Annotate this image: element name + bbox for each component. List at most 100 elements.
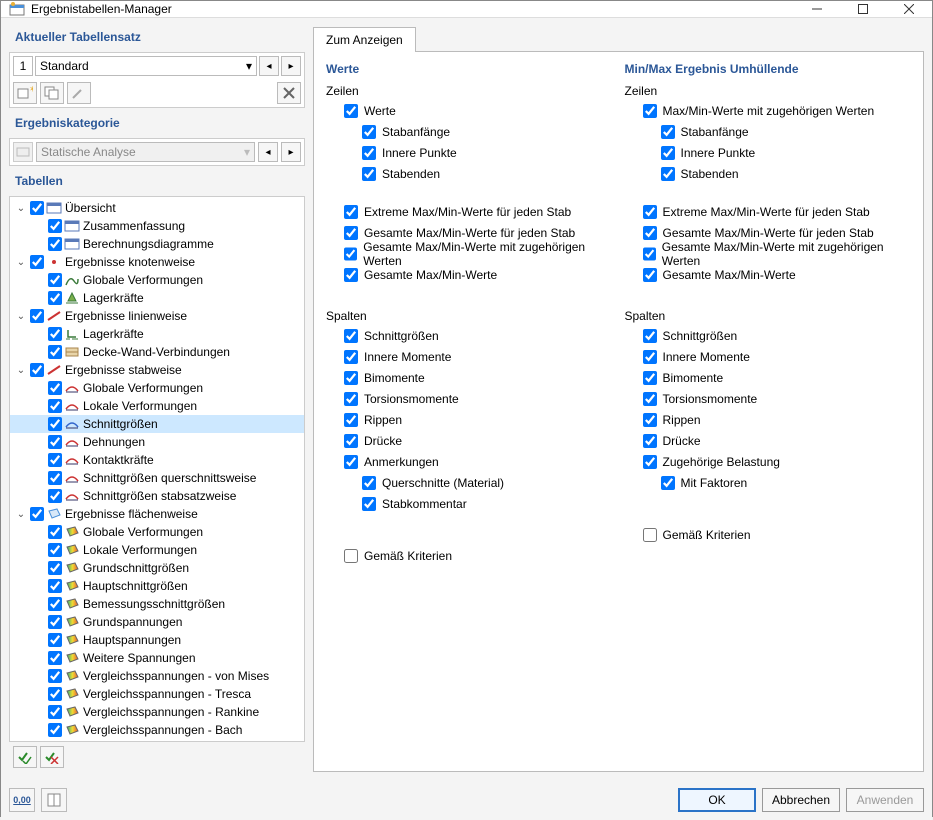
tree-checkbox[interactable] [48, 471, 62, 485]
option-checkbox[interactable] [344, 205, 358, 219]
tables-tree[interactable]: ⌄ÜbersichtZusammenfassungBerechnungsdiag… [9, 196, 305, 742]
tree-checkbox[interactable] [48, 327, 62, 341]
apply-button[interactable]: Anwenden [846, 788, 924, 812]
tree-checkbox[interactable] [48, 723, 62, 737]
tree-node[interactable]: Schnittgrößen [10, 415, 304, 433]
tree-checkbox[interactable] [48, 273, 62, 287]
copy-tableset-button[interactable] [40, 82, 64, 104]
option-checkbox[interactable] [362, 497, 376, 511]
option-checkbox[interactable] [344, 371, 358, 385]
ok-button[interactable]: OK [678, 788, 756, 812]
option-checkbox[interactable] [643, 350, 657, 364]
collapse-icon[interactable]: ⌄ [14, 365, 28, 376]
tree-node[interactable]: Zusammenfassung [10, 217, 304, 235]
delete-tableset-button[interactable] [277, 82, 301, 104]
category-next-button[interactable]: ▸ [281, 142, 301, 162]
close-button[interactable] [886, 1, 932, 17]
tree-checkbox[interactable] [30, 255, 44, 269]
tree-checkbox[interactable] [30, 363, 44, 377]
option-checkbox[interactable] [643, 371, 657, 385]
option-checkbox[interactable] [661, 167, 675, 181]
tableset-select[interactable]: Standard ▾ [35, 56, 257, 76]
tree-checkbox[interactable] [30, 201, 44, 215]
tree-node[interactable]: Grundspannungen [10, 613, 304, 631]
tree-node[interactable]: Vergleichsspannungen - Tresca [10, 685, 304, 703]
tree-checkbox[interactable] [30, 309, 44, 323]
option-checkbox[interactable] [362, 146, 376, 160]
tree-checkbox[interactable] [48, 561, 62, 575]
tree-node[interactable]: Lagerkräfte [10, 289, 304, 307]
tab-display[interactable]: Zum Anzeigen [313, 27, 416, 52]
option-checkbox[interactable] [643, 455, 657, 469]
tree-node[interactable]: ⌄Ergebnisse stabweise [10, 361, 304, 379]
tree-checkbox[interactable] [48, 237, 62, 251]
category-prev-button[interactable]: ◂ [258, 142, 278, 162]
collapse-icon[interactable]: ⌄ [14, 203, 28, 214]
tree-checkbox[interactable] [48, 669, 62, 683]
export-button[interactable] [41, 788, 67, 812]
tree-node[interactable]: Lagerkräfte [10, 325, 304, 343]
tree-node[interactable]: ⌄Ergebnisse linienweise [10, 307, 304, 325]
tree-node[interactable]: Weitere Spannungen [10, 649, 304, 667]
collapse-icon[interactable]: ⌄ [14, 311, 28, 322]
tableset-next-button[interactable]: ▸ [281, 56, 301, 76]
tree-node[interactable]: Globale Verformungen [10, 271, 304, 289]
option-checkbox[interactable] [661, 146, 675, 160]
minimize-button[interactable] [794, 1, 840, 17]
option-checkbox[interactable] [643, 413, 657, 427]
tree-node[interactable]: ⌄Ergebnisse knotenweise [10, 253, 304, 271]
tree-node[interactable]: Kontaktkräfte [10, 451, 304, 469]
option-checkbox[interactable] [344, 434, 358, 448]
uncheck-all-button[interactable] [40, 746, 64, 768]
tree-checkbox[interactable] [48, 381, 62, 395]
option-checkbox[interactable] [643, 268, 657, 282]
option-checkbox[interactable] [344, 226, 358, 240]
tree-node[interactable]: Lokale Verformungen [10, 541, 304, 559]
tree-checkbox[interactable] [48, 597, 62, 611]
cancel-button[interactable]: Abbrechen [762, 788, 840, 812]
category-icon-button[interactable] [13, 142, 33, 162]
option-checkbox[interactable] [344, 413, 358, 427]
option-checkbox[interactable] [344, 392, 358, 406]
tree-checkbox[interactable] [48, 525, 62, 539]
rename-tableset-button[interactable] [67, 82, 91, 104]
option-checkbox[interactable] [344, 549, 358, 563]
option-checkbox[interactable] [643, 205, 657, 219]
tree-node[interactable]: Berechnungsdiagramme [10, 235, 304, 253]
tree-checkbox[interactable] [48, 345, 62, 359]
option-checkbox[interactable] [643, 392, 657, 406]
tree-checkbox[interactable] [48, 489, 62, 503]
option-checkbox[interactable] [362, 125, 376, 139]
tree-node[interactable]: Globale Verformungen [10, 379, 304, 397]
tree-node[interactable]: ⌄Übersicht [10, 199, 304, 217]
tree-node[interactable]: Hauptspannungen [10, 631, 304, 649]
option-checkbox[interactable] [362, 476, 376, 490]
option-checkbox[interactable] [344, 268, 358, 282]
tree-checkbox[interactable] [48, 651, 62, 665]
option-checkbox[interactable] [661, 476, 675, 490]
tree-node[interactable]: Vergleichsspannungen - Bach [10, 721, 304, 739]
option-checkbox[interactable] [643, 329, 657, 343]
tree-checkbox[interactable] [48, 219, 62, 233]
new-tableset-button[interactable]: ✶ [13, 82, 37, 104]
option-checkbox[interactable] [344, 350, 358, 364]
tree-node[interactable]: Schnittgrößen stabsatzweise [10, 487, 304, 505]
tree-checkbox[interactable] [48, 399, 62, 413]
tree-checkbox[interactable] [48, 291, 62, 305]
tree-node[interactable]: Vergleichsspannungen - Rankine [10, 703, 304, 721]
collapse-icon[interactable]: ⌄ [14, 257, 28, 268]
option-checkbox[interactable] [344, 455, 358, 469]
tree-checkbox[interactable] [48, 543, 62, 557]
option-checkbox[interactable] [643, 434, 657, 448]
option-checkbox[interactable] [643, 104, 657, 118]
tree-checkbox[interactable] [48, 579, 62, 593]
tree-node[interactable]: Lokale Verformungen [10, 397, 304, 415]
tree-checkbox[interactable] [30, 507, 44, 521]
tree-node[interactable]: Globale Verformungen [10, 523, 304, 541]
tree-checkbox[interactable] [48, 417, 62, 431]
tree-checkbox[interactable] [48, 615, 62, 629]
maximize-button[interactable] [840, 1, 886, 17]
option-checkbox[interactable] [362, 167, 376, 181]
collapse-icon[interactable]: ⌄ [14, 509, 28, 520]
tree-node[interactable]: Grundschnittgrößen [10, 559, 304, 577]
